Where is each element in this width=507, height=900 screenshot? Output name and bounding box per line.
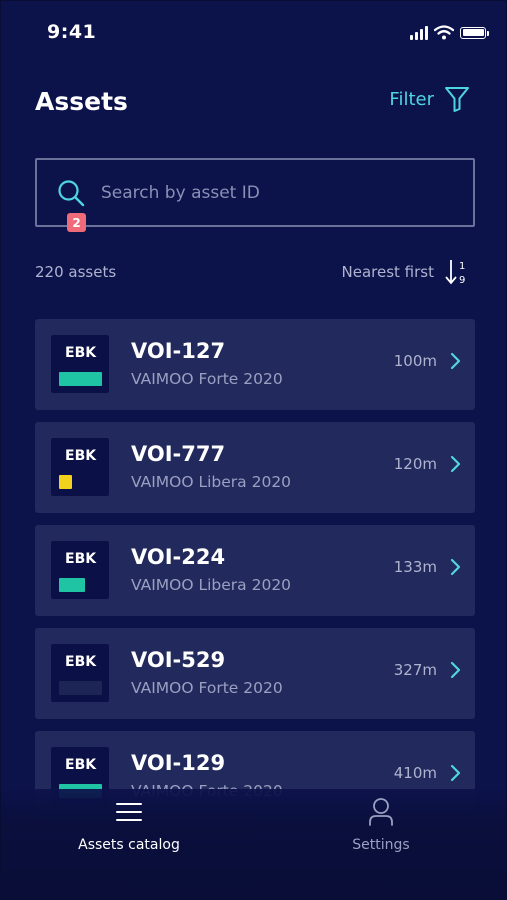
sort-button[interactable]: Nearest first 1 9 [342,257,470,287]
asset-type-label: EBK [65,448,97,464]
sort-label: Nearest first [341,263,434,281]
asset-id: VOI-224 [131,545,226,569]
battery-level-bar [59,578,85,592]
asset-model: VAIMOO Forte 2020 [131,370,283,388]
asset-type-label: EBK [65,551,97,567]
filter-button[interactable]: Filter [389,85,470,113]
chevron-right-icon [449,661,461,679]
svg-text:9: 9 [459,275,465,286]
asset-distance: 120m [393,455,437,473]
cellular-signal-icon [410,25,428,40]
asset-id: VOI-529 [131,648,226,672]
chevron-right-icon [449,764,461,782]
asset-card[interactable]: EBK VOI-529 VAIMOO Forte 2020 327m [35,628,475,719]
notification-badge: 2 [67,213,86,232]
chevron-right-icon [449,352,461,370]
asset-card[interactable]: EBK VOI-127 VAIMOO Forte 2020 100m [35,319,475,410]
asset-distance: 327m [393,661,437,679]
user-profile-icon [366,797,396,827]
status-icons [410,25,489,40]
asset-count: 220 assets [35,263,117,281]
asset-thumbnail: EBK [51,438,109,496]
asset-type-label: EBK [65,654,97,670]
asset-id: VOI-129 [131,751,226,775]
asset-thumbnail: EBK [51,335,109,393]
asset-list: EBK VOI-127 VAIMOO Forte 2020 100m EBK V… [35,319,475,834]
asset-thumbnail: EBK [51,644,109,702]
battery-icon [460,26,489,39]
asset-type-label: EBK [65,757,97,773]
battery-level-bar [59,475,72,489]
menu-lines-icon [114,797,144,827]
wifi-icon [434,25,454,40]
battery-level-bar [59,681,102,695]
asset-distance: 133m [393,558,437,576]
nav-settings-label: Settings [352,837,410,853]
asset-type-label: EBK [65,345,97,361]
sort-ascending-icon: 1 9 [445,260,465,286]
asset-model: VAIMOO Libera 2020 [131,473,292,491]
search-box [35,158,475,227]
status-time: 9:41 [47,21,97,43]
page-title: Assets [35,87,128,116]
search-input[interactable] [99,181,473,204]
asset-distance: 100m [393,352,437,370]
asset-id: VOI-127 [131,339,226,363]
nav-assets-catalog[interactable]: Assets catalog [29,797,229,853]
bottom-nav: Assets catalog Settings [1,789,506,899]
asset-thumbnail: EBK [51,541,109,599]
filter-funnel-icon [445,87,469,112]
chevron-right-icon [449,455,461,473]
asset-model: VAIMOO Forte 2020 [131,679,283,697]
asset-id: VOI-777 [131,442,226,466]
nav-assets-catalog-label: Assets catalog [78,837,180,853]
search-icon [57,179,85,207]
asset-distance: 410m [393,764,437,782]
status-bar: 9:41 [1,1,506,63]
chevron-right-icon [449,558,461,576]
nav-settings[interactable]: Settings [281,797,481,853]
app-screen: 9:41 Assets Filter 2 [0,0,507,900]
filter-label: Filter [389,88,434,110]
battery-level-bar [59,372,102,386]
asset-model: VAIMOO Libera 2020 [131,576,292,594]
asset-card[interactable]: EBK VOI-224 VAIMOO Libera 2020 133m [35,525,475,616]
asset-card[interactable]: EBK VOI-777 VAIMOO Libera 2020 120m [35,422,475,513]
svg-text:1: 1 [459,261,465,272]
